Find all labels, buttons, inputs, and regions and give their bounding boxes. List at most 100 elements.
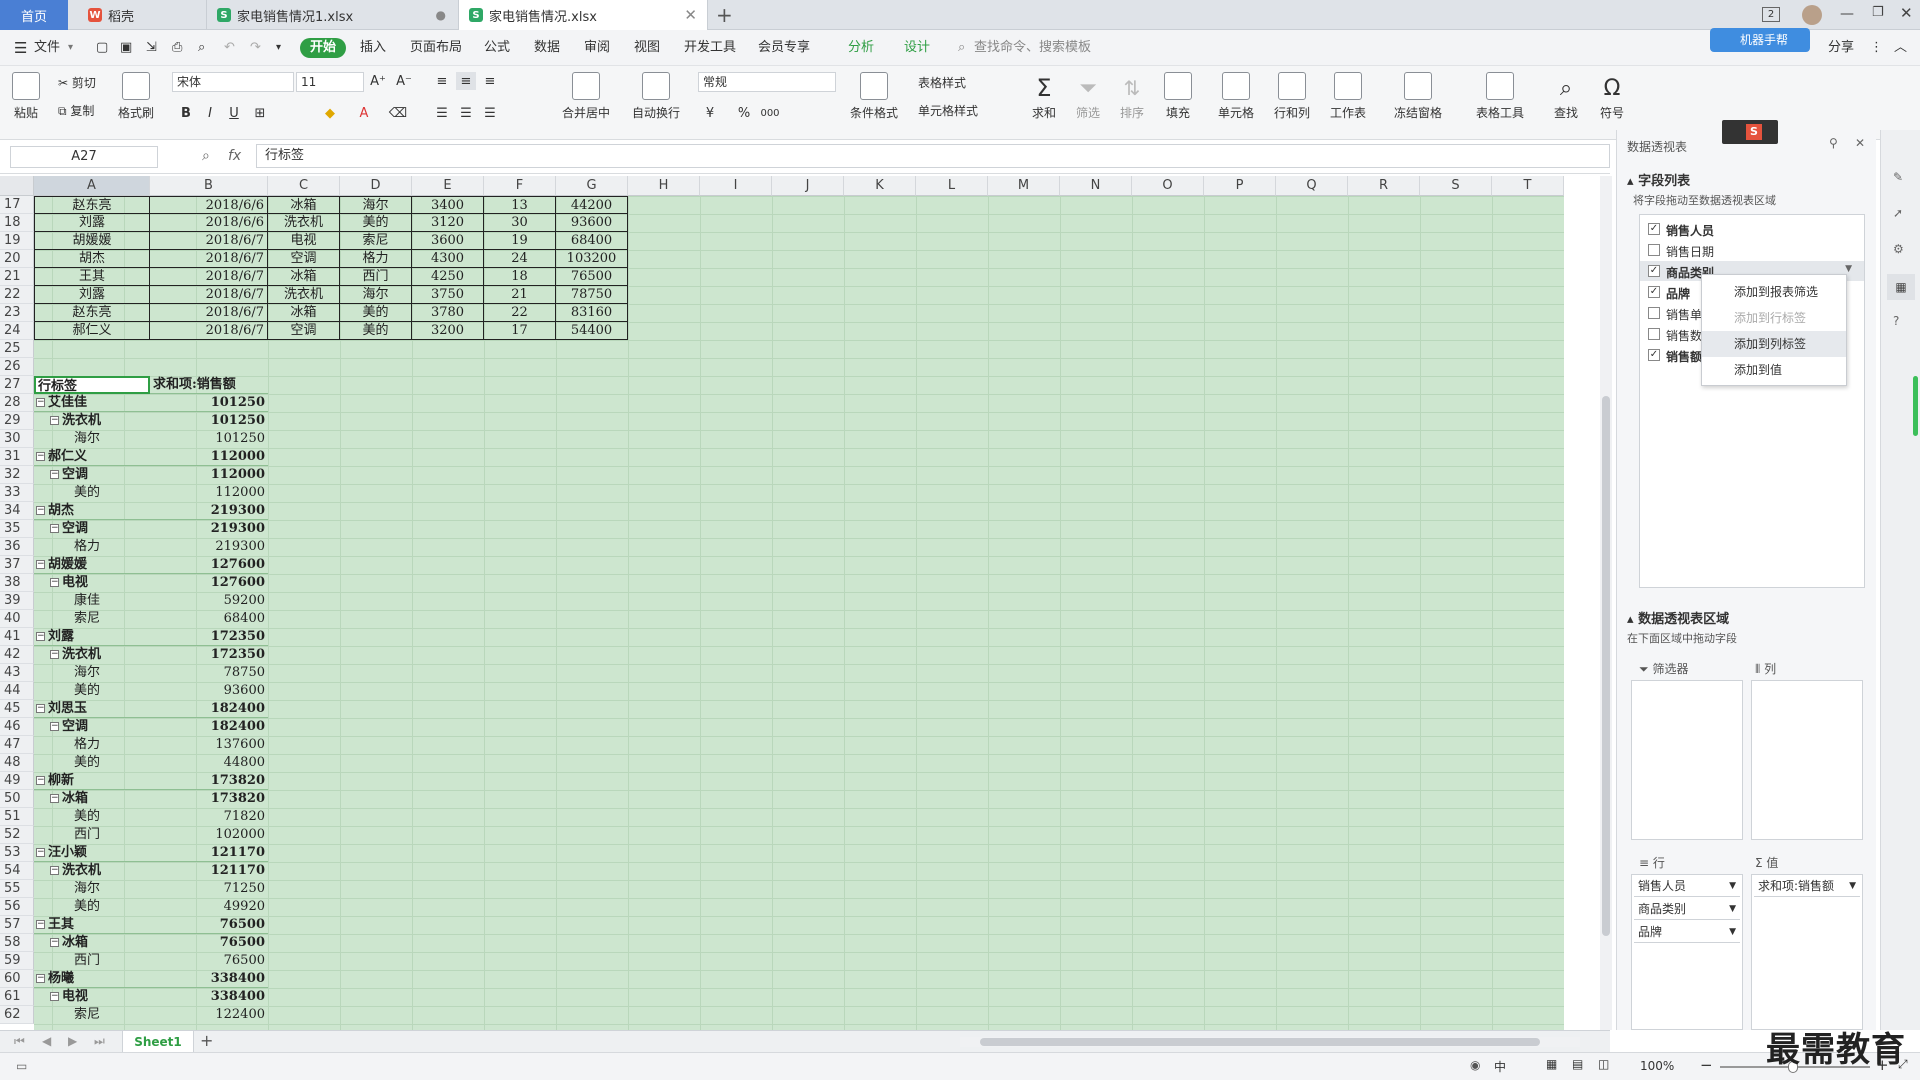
redo-icon[interactable]: ↷: [250, 38, 261, 58]
data-cell[interactable]: 格力: [340, 250, 412, 268]
underline-icon[interactable]: U: [224, 104, 244, 122]
collapse-toggle-icon[interactable]: −: [36, 704, 45, 713]
help-icon[interactable]: ?: [1893, 314, 1899, 328]
row-header[interactable]: 45: [0, 700, 34, 718]
save-icon[interactable]: ▣: [120, 38, 132, 58]
tab-close-icon[interactable]: ●: [436, 8, 446, 22]
align-top-icon[interactable]: ≡: [432, 72, 452, 90]
close-window-icon[interactable]: ✕: [1900, 4, 1913, 22]
font-size-select[interactable]: 11: [296, 72, 364, 92]
row-header[interactable]: 57: [0, 916, 34, 934]
close-pane-icon[interactable]: ✕: [1855, 136, 1865, 150]
row-field[interactable]: 销售人员 ▼: [1634, 877, 1740, 897]
pivot-value[interactable]: 93600: [150, 682, 268, 700]
pivot-row-label[interactable]: 海尔: [34, 430, 150, 448]
row-header[interactable]: 55: [0, 880, 34, 898]
data-cell[interactable]: 郝仁义: [34, 322, 150, 340]
menu-data[interactable]: 数据: [534, 38, 560, 58]
data-cell[interactable]: 空调: [268, 250, 340, 268]
row-header[interactable]: 59: [0, 952, 34, 970]
preview-icon[interactable]: ⌕: [198, 38, 205, 58]
data-cell[interactable]: 冰箱: [268, 304, 340, 322]
pivot-row-label[interactable]: − 胡杰: [34, 502, 150, 520]
row-header[interactable]: 35: [0, 520, 34, 538]
data-cell[interactable]: 3750: [412, 286, 484, 304]
data-cell[interactable]: 54400: [556, 322, 628, 340]
select-all-corner[interactable]: [0, 176, 34, 196]
data-cell[interactable]: 洗衣机: [268, 214, 340, 232]
select-icon[interactable]: ➚: [1893, 206, 1903, 220]
column-header-p[interactable]: P: [1204, 176, 1276, 196]
table-style-button[interactable]: 表格样式: [918, 74, 966, 91]
cut-button[interactable]: ✂ 剪切: [58, 74, 96, 91]
data-cell[interactable]: 13: [484, 196, 556, 214]
more-icon[interactable]: ▾: [276, 38, 281, 58]
data-cell[interactable]: 2018/6/7: [150, 250, 268, 268]
collapse-toggle-icon[interactable]: −: [50, 578, 59, 587]
prev-sheet-icon[interactable]: ◀: [42, 1034, 51, 1048]
row-header[interactable]: 26: [0, 358, 34, 376]
pivot-value[interactable]: 122400: [150, 1006, 268, 1024]
data-cell[interactable]: 海尔: [340, 286, 412, 304]
menu-design[interactable]: 设计: [904, 38, 930, 58]
chevron-down-icon[interactable]: ▼: [1845, 264, 1852, 274]
pivot-value[interactable]: 172350: [150, 646, 268, 664]
currency-icon[interactable]: ¥: [700, 104, 720, 122]
more-vertical-icon[interactable]: ⋮: [1870, 38, 1883, 58]
formula-input[interactable]: 行标签: [256, 144, 1610, 168]
data-cell[interactable]: 2018/6/7: [150, 304, 268, 322]
data-cell[interactable]: 美的: [340, 322, 412, 340]
pivot-row-label[interactable]: − 刘思玉: [34, 700, 150, 718]
pin-icon[interactable]: ⚲: [1829, 136, 1838, 150]
data-cell[interactable]: 4300: [412, 250, 484, 268]
row-header[interactable]: 40: [0, 610, 34, 628]
row-header[interactable]: 51: [0, 808, 34, 826]
pivot-row-label[interactable]: − 冰箱: [34, 934, 150, 952]
pivot-value[interactable]: 101250: [150, 394, 268, 412]
menu-page-layout[interactable]: 页面布局: [410, 38, 462, 58]
collapse-toggle-icon[interactable]: −: [36, 920, 45, 929]
pivot-value[interactable]: 59200: [150, 592, 268, 610]
decrease-font-icon[interactable]: A⁻: [394, 72, 414, 90]
row-header[interactable]: 20: [0, 250, 34, 268]
pivot-value[interactable]: 338400: [150, 970, 268, 988]
pivot-value[interactable]: 219300: [150, 538, 268, 556]
filter-button[interactable]: ⏷ 筛选: [1076, 72, 1100, 121]
pivot-value[interactable]: 182400: [150, 718, 268, 736]
number-format-select[interactable]: 常规: [698, 72, 836, 92]
row-col-button[interactable]: 行和列: [1274, 72, 1310, 121]
row-header[interactable]: 22: [0, 286, 34, 304]
field-checkbox[interactable]: [1648, 244, 1660, 256]
data-cell[interactable]: 3400: [412, 196, 484, 214]
align-left-icon[interactable]: ☰: [432, 104, 452, 122]
tab-daoke[interactable]: W 稻壳: [78, 0, 198, 30]
row-header[interactable]: 24: [0, 322, 34, 340]
cell-button[interactable]: 单元格: [1218, 72, 1254, 121]
pivot-value[interactable]: 172350: [150, 628, 268, 646]
tab-file-1[interactable]: S 家电销售情况1.xlsx ●: [206, 0, 456, 30]
style-icon[interactable]: ✎: [1893, 170, 1903, 184]
collapse-toggle-icon[interactable]: −: [50, 938, 59, 947]
pivot-value[interactable]: 338400: [150, 988, 268, 1006]
data-cell[interactable]: 2018/6/7: [150, 232, 268, 250]
pivot-pane-icon[interactable]: ▦: [1887, 274, 1915, 300]
next-sheet-icon[interactable]: ▶: [68, 1034, 77, 1048]
input-mode[interactable]: 中: [1494, 1058, 1506, 1075]
pivot-value[interactable]: 49920: [150, 898, 268, 916]
format-painter-button[interactable]: 格式刷: [118, 72, 154, 121]
field-checkbox[interactable]: [1648, 307, 1660, 319]
data-cell[interactable]: 海尔: [340, 196, 412, 214]
zoom-level[interactable]: 100%: [1640, 1059, 1674, 1073]
pivot-value-header[interactable]: 求和项:销售额: [150, 376, 268, 394]
pivot-row-label-header[interactable]: 行标签: [34, 376, 150, 394]
conditional-format-button[interactable]: 条件格式: [850, 72, 898, 121]
row-header[interactable]: 34: [0, 502, 34, 520]
thousands-icon[interactable]: 000: [760, 104, 780, 122]
pivot-row-label[interactable]: 美的: [34, 808, 150, 826]
symbol-button[interactable]: Ω 符号: [1600, 72, 1624, 121]
column-header-l[interactable]: L: [916, 176, 988, 196]
context-menu-item[interactable]: 添加到报表筛选: [1702, 279, 1846, 305]
italic-icon[interactable]: I: [200, 104, 220, 122]
row-header[interactable]: 44: [0, 682, 34, 700]
data-cell[interactable]: 18: [484, 268, 556, 286]
